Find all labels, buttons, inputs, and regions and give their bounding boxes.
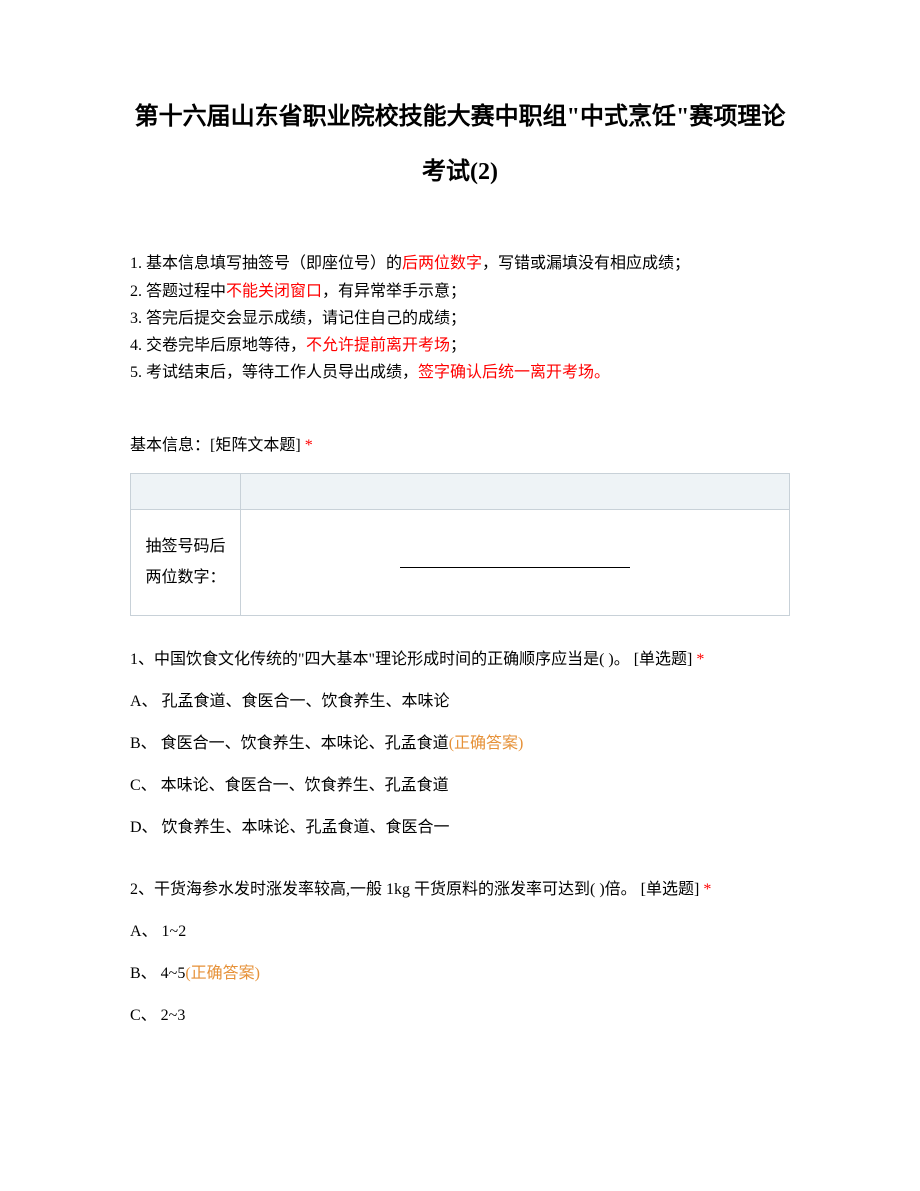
text: ，有异常举手示意； [322,283,466,300]
required-asterisk: * [301,437,313,454]
highlight: 签字确认后统一离开考场。 [418,364,610,381]
text: 2、干货海参水发时涨发率较高,一般 1kg 干货原料的涨发率可达到( )倍。 [… [130,881,699,898]
q2-option-b[interactable]: B、 4~5(正确答案) [130,960,790,988]
required-asterisk: * [699,881,711,898]
q2-stem: 2、干货海参水发时涨发率较高,一般 1kg 干货原料的涨发率可达到( )倍。 [… [130,876,790,904]
text: 1、中国饮食文化传统的"四大基本"理论形成时间的正确顺序应当是( )。 [单选题… [130,651,692,668]
matrix-table: 抽签号码后两位数字： [130,473,790,616]
page-title: 第十六届山东省职业院校技能大赛中职组"中式烹饪"赛项理论考试(2) [130,90,790,200]
highlight: 不能关闭窗口 [226,283,322,300]
highlight: 后两位数字 [402,255,482,272]
q1-option-d[interactable]: D、 饮食养生、本味论、孔孟食道、食医合一 [130,814,790,842]
instruction-5: 5. 考试结束后，等待工作人员导出成绩，签字确认后统一离开考场。 [130,359,790,386]
q1-option-a[interactable]: A、 孔孟食道、食医合一、饮食养生、本味论 [130,688,790,716]
correct-answer-marker: (正确答案) [449,735,524,752]
question-1: 1、中国饮食文化传统的"四大基本"理论形成时间的正确顺序应当是( )。 [单选题… [130,646,790,842]
text: 1. 基本信息填写抽签号（即座位号）的 [130,255,402,272]
text: 2. 答题过程中 [130,283,226,300]
required-asterisk: * [692,651,704,668]
table-row: 抽签号码后两位数字： [131,510,790,616]
text: 4. 交卷完毕后原地等待， [130,337,306,354]
text: 5. 考试结束后，等待工作人员导出成绩， [130,364,418,381]
q1-option-b[interactable]: B、 食医合一、饮食养生、本味论、孔孟食道(正确答案) [130,730,790,758]
text: B、 食医合一、饮食养生、本味论、孔孟食道 [130,735,449,752]
instructions-block: 1. 基本信息填写抽签号（即座位号）的后两位数字，写错或漏填没有相应成绩； 2.… [130,250,790,386]
q2-option-c[interactable]: C、 2~3 [130,1002,790,1030]
text: 基本信息： [130,437,210,454]
blank-input-line[interactable] [400,552,630,568]
text: ，写错或漏填没有相应成绩； [482,255,690,272]
instruction-1: 1. 基本信息填写抽签号（即座位号）的后两位数字，写错或漏填没有相应成绩； [130,250,790,277]
text: [矩阵文本题] [210,437,301,454]
table-header [131,474,241,510]
table-header [241,474,790,510]
text: ； [450,337,466,354]
q1-stem: 1、中国饮食文化传统的"四大基本"理论形成时间的正确顺序应当是( )。 [单选题… [130,646,790,674]
text: B、 4~5 [130,965,185,982]
q2-option-a[interactable]: A、 1~2 [130,918,790,946]
instruction-2: 2. 答题过程中不能关闭窗口，有异常举手示意； [130,278,790,305]
correct-answer-marker: (正确答案) [185,965,260,982]
input-cell[interactable] [241,510,790,616]
instruction-4: 4. 交卷完毕后原地等待，不允许提前离开考场； [130,332,790,359]
question-2: 2、干货海参水发时涨发率较高,一般 1kg 干货原料的涨发率可达到( )倍。 [… [130,876,790,1030]
matrix-label: 基本信息：[矩阵文本题] * [130,431,790,455]
instruction-3: 3. 答完后提交会显示成绩，请记住自己的成绩； [130,305,790,332]
row-label-cell: 抽签号码后两位数字： [131,510,241,616]
highlight: 不允许提前离开考场 [306,337,450,354]
q1-option-c[interactable]: C、 本味论、食医合一、饮食养生、孔孟食道 [130,772,790,800]
